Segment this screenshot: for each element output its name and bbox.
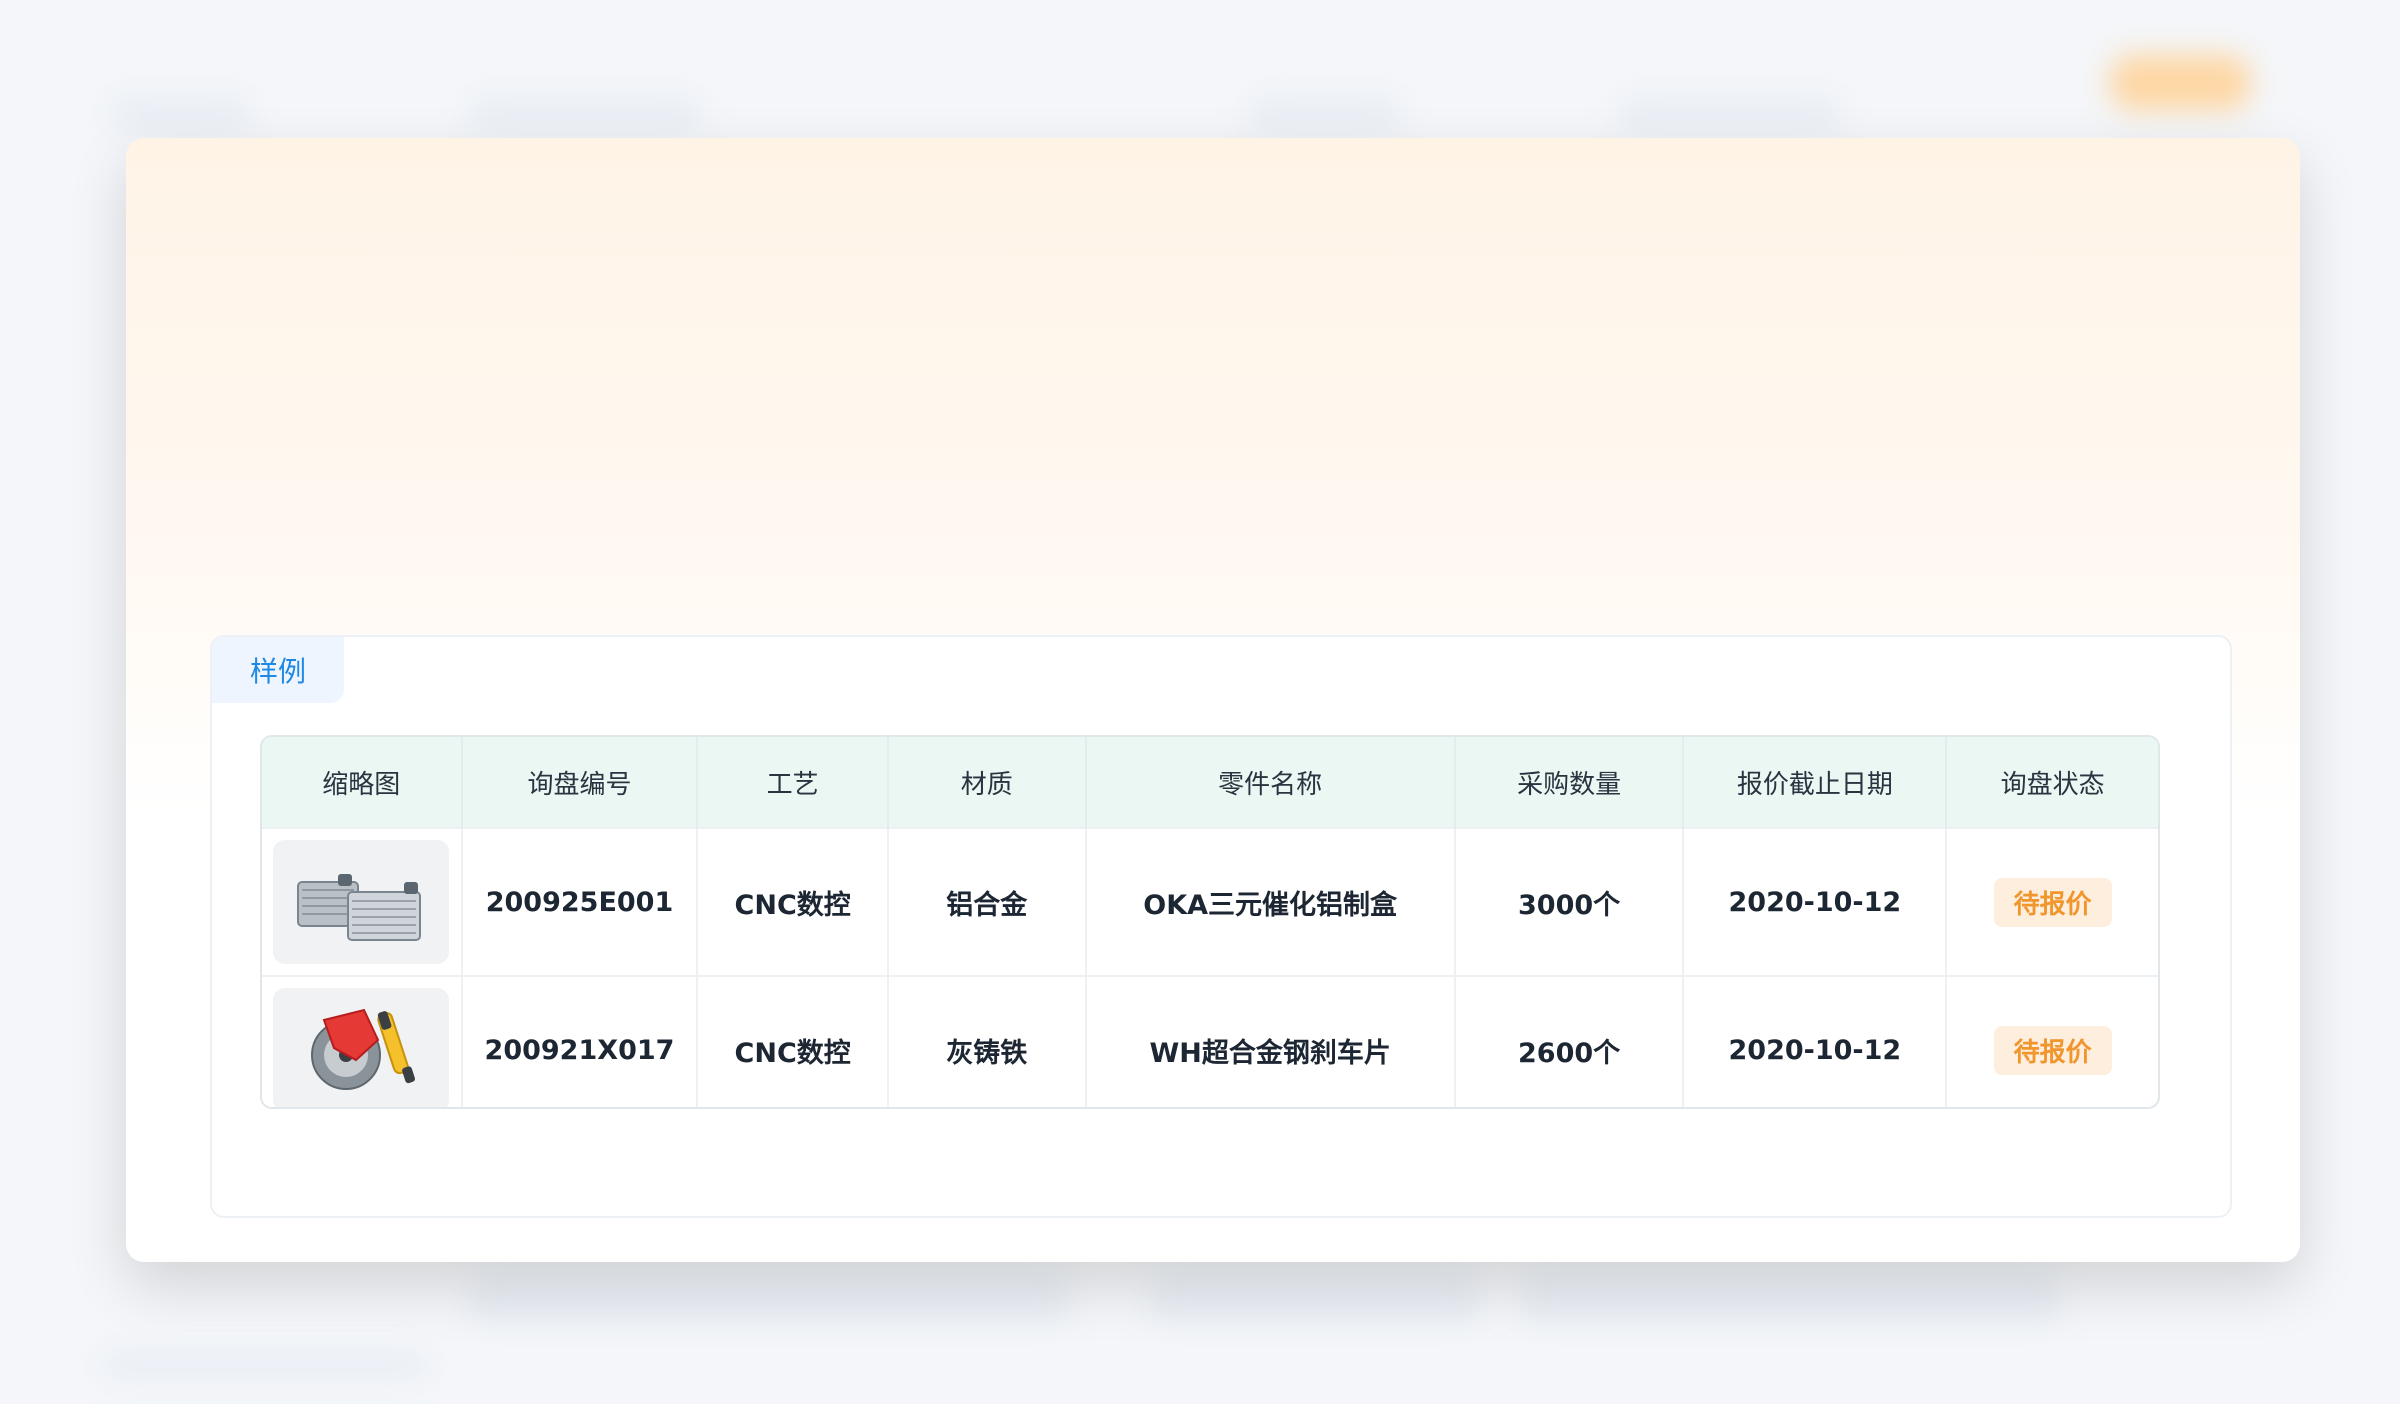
- status-cell: 待报价: [1946, 827, 2158, 976]
- column-header-process: 工艺: [697, 737, 889, 828]
- deadline-cell: 2020-10-12: [1683, 975, 1948, 1107]
- material-cell: 铝合金: [887, 827, 1087, 976]
- brake-caliper-thumbnail[interactable]: [273, 988, 450, 1107]
- status-badge: 待报价: [1993, 877, 2112, 927]
- material-cell: 灰铸铁: [887, 975, 1087, 1107]
- column-header-quantity: 采购数量: [1454, 737, 1685, 828]
- inquiry-no-cell: 200925E001: [461, 827, 699, 976]
- column-header-status: 询盘状态: [1946, 737, 2158, 828]
- inquiry-no-cell: 200921X017: [461, 975, 699, 1107]
- quantity-cell: 3000个: [1454, 827, 1685, 976]
- thumbnail-cell: [262, 975, 463, 1107]
- column-header-deadline: 报价截止日期: [1683, 737, 1948, 828]
- quantity-cell: 2600个: [1454, 975, 1685, 1107]
- radiator-icon: [297, 874, 422, 941]
- tab-sample-label: 样例: [249, 655, 306, 688]
- sample-panel: 样例 缩略图 询盘编号 工艺 材质 零件名称 采购数量 报价截止日期 询盘状态 …: [210, 635, 2232, 1218]
- process-cell: CNC数控: [697, 827, 889, 976]
- deadline-cell: 2020-10-12: [1683, 827, 1948, 976]
- brake-caliper-icon: [311, 1008, 416, 1090]
- table-row[interactable]: 200921X017 CNC数控 灰铸铁 WH超合金钢刹车片 2600个 202…: [262, 975, 2158, 1107]
- tab-sample[interactable]: 样例: [212, 637, 344, 703]
- table-row[interactable]: 200925E001 CNC数控 铝合金 OKA三元催化铝制盒 3000个 20…: [262, 827, 2158, 976]
- part-name-cell: OKA三元催化铝制盒: [1085, 827, 1456, 976]
- radiator-thumbnail[interactable]: [273, 840, 450, 964]
- column-header-material: 材质: [887, 737, 1087, 828]
- inquiry-table: 缩略图 询盘编号 工艺 材质 零件名称 采购数量 报价截止日期 询盘状态 200…: [260, 735, 2160, 1109]
- part-name-cell: WH超合金钢刹车片: [1085, 975, 1456, 1107]
- status-cell: 待报价: [1946, 975, 2158, 1107]
- column-header-part-name: 零件名称: [1085, 737, 1456, 828]
- thumbnail-cell: [262, 827, 463, 976]
- status-badge: 待报价: [1993, 1025, 2112, 1075]
- table-header-row: 缩略图 询盘编号 工艺 材质 零件名称 采购数量 报价截止日期 询盘状态: [262, 737, 2158, 828]
- sample-modal: 样例 缩略图 询盘编号 工艺 材质 零件名称 采购数量 报价截止日期 询盘状态 …: [126, 138, 2300, 1262]
- process-cell: CNC数控: [697, 975, 889, 1107]
- column-header-thumbnail: 缩略图: [262, 737, 463, 828]
- column-header-inquiry-no: 询盘编号: [461, 737, 699, 828]
